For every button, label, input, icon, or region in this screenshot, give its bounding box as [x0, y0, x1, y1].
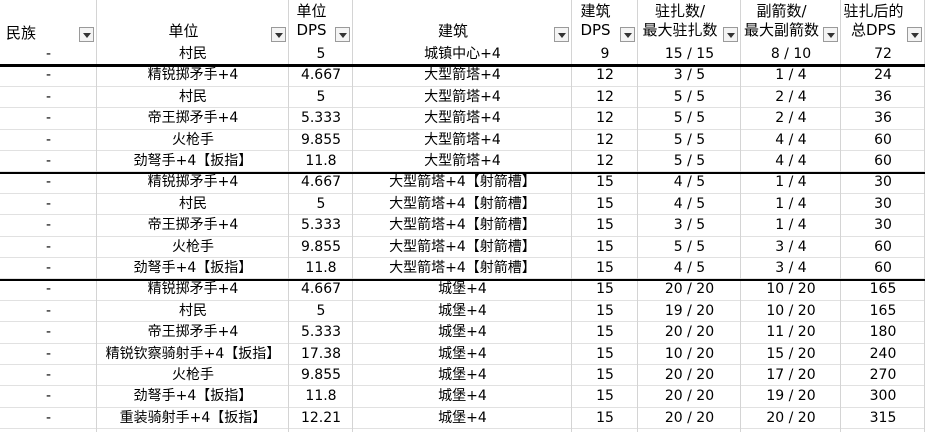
spreadsheet-table: 民族 单位 单位 DPS 建筑 建筑 DPS 驻扎数/ 最大驻扎数 副箭数/ 最…: [0, 0, 925, 432]
group-separator: [0, 172, 925, 175]
group-separator: [0, 65, 925, 68]
group-separator: [0, 279, 925, 282]
